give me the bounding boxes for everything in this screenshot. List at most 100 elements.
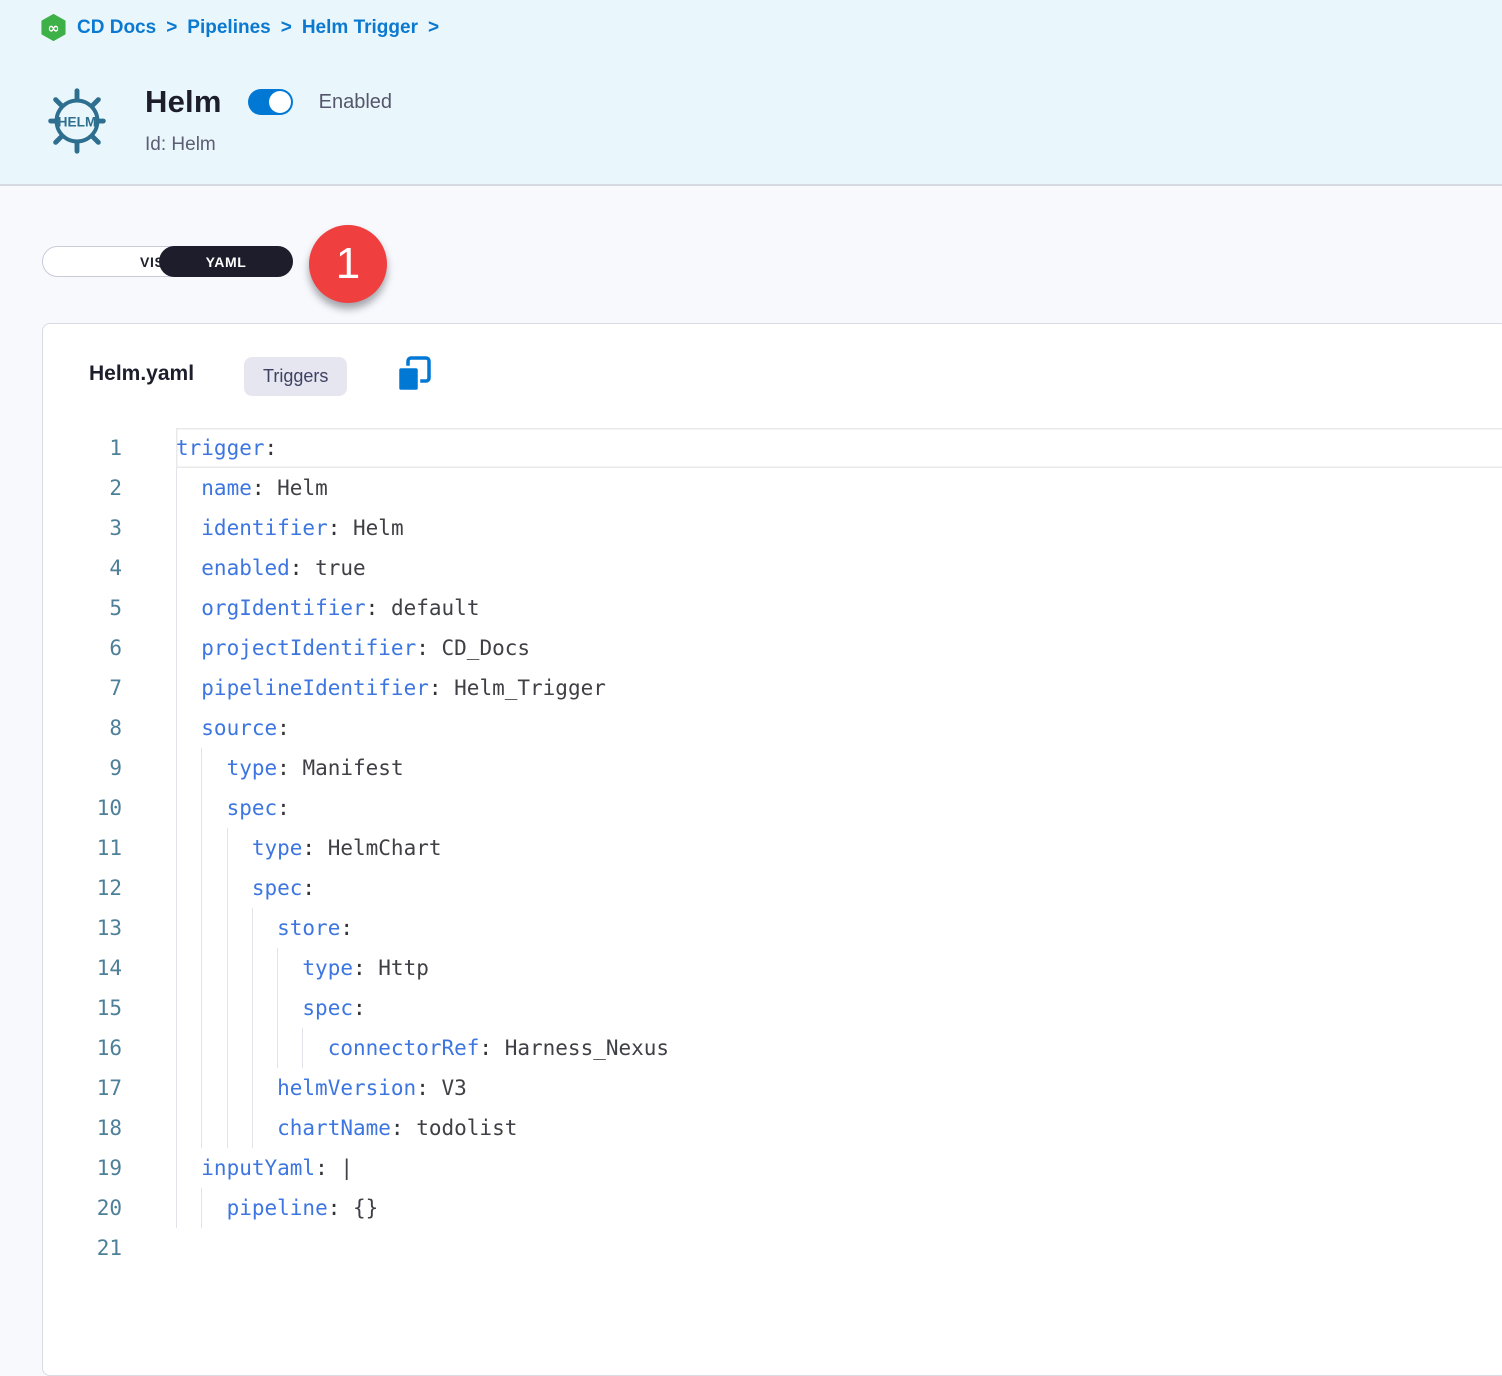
code-line[interactable]: 1trigger: [43,428,1502,468]
indent-guide [176,988,201,1028]
tab-yaml[interactable]: YAML [159,246,293,277]
breadcrumb-separator: > [166,17,177,39]
indent-guide [176,548,201,588]
indent-guide [176,468,201,508]
code-line-content[interactable]: chartName: todolist [176,1108,1502,1148]
indent-guide [176,828,201,868]
code-line[interactable]: 6projectIdentifier: CD_Docs [43,628,1502,668]
yaml-key: type [252,836,303,860]
indent-guide [252,988,277,1028]
indent-guide [277,988,302,1028]
code-line-content[interactable] [176,1228,1502,1268]
code-line-content[interactable]: spec: [176,788,1502,828]
code-line[interactable]: 5orgIdentifier: default [43,588,1502,628]
yaml-value: Http [366,956,429,980]
yaml-colon: : [429,676,442,700]
indent-guide [277,948,302,988]
enabled-label: Enabled [319,91,392,114]
code-line-content[interactable]: connectorRef: Harness_Nexus [176,1028,1502,1068]
indent-guide [176,1108,201,1148]
code-line[interactable]: 12spec: [43,868,1502,908]
code-line[interactable]: 19inputYaml: | [43,1148,1502,1188]
indent-guide [227,1028,252,1068]
code-line[interactable]: 8source: [43,708,1502,748]
code-line[interactable]: 20pipeline: {} [43,1188,1502,1228]
indent-guide [176,1028,201,1068]
indent-guide [201,828,226,868]
triggers-button[interactable]: Triggers [244,357,347,396]
code-line[interactable]: 17helmVersion: V3 [43,1068,1502,1108]
code-line[interactable]: 16connectorRef: Harness_Nexus [43,1028,1502,1068]
code-line[interactable]: 21 [43,1228,1502,1268]
yaml-colon: : [265,436,278,460]
code-line-content[interactable]: spec: [176,988,1502,1028]
code-line-content[interactable]: type: HelmChart [176,828,1502,868]
code-line[interactable]: 15spec: [43,988,1502,1028]
code-line-content[interactable]: trigger: [176,428,1502,468]
yaml-key: spec [252,876,303,900]
visual-yaml-toggle[interactable]: VISUAL YAML [42,246,293,277]
line-number: 4 [43,548,176,588]
yaml-colon: : [277,716,290,740]
breadcrumb-item-cd-docs[interactable]: CD Docs [77,17,156,39]
indent-guide [201,868,226,908]
breadcrumb-item-helm-trigger[interactable]: Helm Trigger [302,17,418,39]
code-line-content[interactable]: type: Manifest [176,748,1502,788]
code-line[interactable]: 2name: Helm [43,468,1502,508]
code-line-content[interactable]: orgIdentifier: default [176,588,1502,628]
yaml-key: helmVersion [277,1076,416,1100]
yaml-value: | [328,1156,353,1180]
code-line[interactable]: 7pipelineIdentifier: Helm_Trigger [43,668,1502,708]
line-number: 20 [43,1188,176,1228]
code-line-content[interactable]: pipeline: {} [176,1188,1502,1228]
yaml-colon: : [479,1036,492,1060]
indent-guide [176,908,201,948]
line-number: 17 [43,1068,176,1108]
line-number: 8 [43,708,176,748]
line-number: 11 [43,828,176,868]
code-line[interactable]: 9type: Manifest [43,748,1502,788]
copy-icon[interactable] [395,356,433,396]
code-line[interactable]: 11type: HelmChart [43,828,1502,868]
indent-guide [176,708,201,748]
indent-guide [227,948,252,988]
code-line-content[interactable]: source: [176,708,1502,748]
code-line[interactable]: 3identifier: Helm [43,508,1502,548]
yaml-colon: : [277,756,290,780]
yaml-editor[interactable]: 1trigger:2name: Helm3identifier: Helm4en… [43,428,1502,1375]
indent-guide [201,788,226,828]
indent-guide [176,948,201,988]
code-line-content[interactable]: projectIdentifier: CD_Docs [176,628,1502,668]
breadcrumb-item-pipelines[interactable]: Pipelines [187,17,270,39]
annotation-badge-1: 1 [309,225,387,303]
indent-guide [176,1188,201,1228]
enabled-toggle[interactable] [248,89,293,115]
code-line-content[interactable]: pipelineIdentifier: Helm_Trigger [176,668,1502,708]
line-number: 13 [43,908,176,948]
yaml-key: store [277,916,340,940]
code-line-content[interactable]: helmVersion: V3 [176,1068,1502,1108]
code-line[interactable]: 13store: [43,908,1502,948]
code-line-content[interactable]: identifier: Helm [176,508,1502,548]
code-line[interactable]: 18chartName: todolist [43,1108,1502,1148]
indent-guide [201,748,226,788]
code-line-content[interactable]: spec: [176,868,1502,908]
page-header: ∞ CD Docs > Pipelines > Helm Trigger > H… [0,0,1502,186]
line-number: 5 [43,588,176,628]
code-line[interactable]: 4enabled: true [43,548,1502,588]
breadcrumb-separator: > [281,17,292,39]
yaml-colon: : [315,1156,328,1180]
code-line-content[interactable]: inputYaml: | [176,1148,1502,1188]
trigger-id-label: Id: Helm [145,134,216,156]
code-line[interactable]: 10spec: [43,788,1502,828]
code-line[interactable]: 14type: Http [43,948,1502,988]
indent-guide [227,828,252,868]
yaml-panel: Helm.yaml Triggers 1trigger:2name: Helm3… [42,323,1502,1376]
line-number: 19 [43,1148,176,1188]
yaml-value: default [378,596,479,620]
code-line-content[interactable]: type: Http [176,948,1502,988]
yaml-colon: : [252,476,265,500]
code-line-content[interactable]: store: [176,908,1502,948]
code-line-content[interactable]: enabled: true [176,548,1502,588]
code-line-content[interactable]: name: Helm [176,468,1502,508]
